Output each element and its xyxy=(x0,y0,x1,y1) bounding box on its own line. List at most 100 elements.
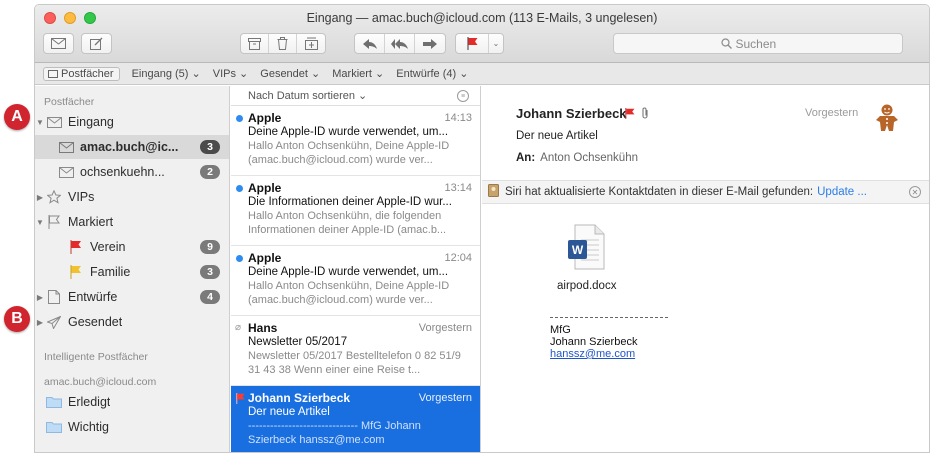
message-row[interactable]: Apple 14:13 Deine Apple-ID wurde verwend… xyxy=(231,106,480,176)
sidebar-item-account-ochsenkuehn[interactable]: ochsenkuehn... 2 xyxy=(35,160,229,184)
mail-window: Eingang — amac.buch@icloud.com (113 E-Ma… xyxy=(34,4,930,453)
to-value[interactable]: Anton Ochsenkühn xyxy=(540,152,638,164)
annotation-marker-a: A xyxy=(4,104,30,130)
sidebar-item-label: amac.buch@ic... xyxy=(80,140,179,154)
sidebar-item-familie[interactable]: Familie 3 xyxy=(35,260,229,284)
sidebar-item-erledigt[interactable]: Erledigt xyxy=(35,390,229,414)
sidebar-item-label: Wichtig xyxy=(68,420,109,434)
forward-icon xyxy=(423,38,437,49)
signature-email-link[interactable]: hanssz@me.com xyxy=(550,348,637,360)
disclosure-closed-icon[interactable]: ▶ xyxy=(35,193,45,202)
favorites-drafts[interactable]: Entwürfe (4) ⌄ xyxy=(396,67,468,80)
junk-icon xyxy=(304,37,318,50)
get-mail-icon xyxy=(51,38,66,49)
unread-count-badge: 9 xyxy=(200,240,220,254)
search-input[interactable] xyxy=(735,36,796,51)
sidebar-item-label: ochsenkuehn... xyxy=(80,165,165,179)
archive-button[interactable] xyxy=(241,34,269,53)
junk-button[interactable] xyxy=(297,34,325,53)
close-icon[interactable]: ✕ xyxy=(909,186,921,198)
unread-count-badge: 2 xyxy=(200,165,220,179)
message-from[interactable]: Johann Szierbeck xyxy=(516,106,627,121)
message-sender: Apple xyxy=(248,251,282,265)
favorites-bar: Postfächer Eingang (5) ⌄ VIPs ⌄ Gesendet… xyxy=(35,63,929,85)
message-list: Nach Datum sortieren ⌄ ≡ Apple 14:13 Dei… xyxy=(231,86,481,452)
disclosure-open-icon[interactable]: ▼ xyxy=(35,118,45,127)
forward-button[interactable] xyxy=(415,34,445,53)
reading-pane: Johann Szierbeck Vorgestern Der neue Art… xyxy=(482,86,929,452)
unread-dot-icon xyxy=(236,255,243,262)
sidebar-item-sent[interactable]: ▶ Gesendet xyxy=(35,310,229,334)
red-flag-icon xyxy=(625,107,635,119)
sidebar-item-flagged[interactable]: ▼ Markiert xyxy=(35,210,229,234)
inbox-icon xyxy=(45,115,63,129)
sidebar-item-verein[interactable]: Verein 9 xyxy=(35,235,229,259)
message-subject: Deine Apple-ID wurde verwendet, um... xyxy=(248,126,449,138)
sidebar-item-wichtig[interactable]: Wichtig xyxy=(35,415,229,439)
reply-all-button[interactable] xyxy=(385,34,415,53)
sort-label: Nach Datum sortieren ⌄ xyxy=(248,90,368,102)
disclosure-closed-icon[interactable]: ▶ xyxy=(35,293,45,302)
message-sender: Apple xyxy=(248,181,282,195)
attachment-word-document-icon[interactable]: W xyxy=(567,224,605,273)
reply-icon xyxy=(362,38,377,49)
message-row[interactable]: Apple 13:14 Die Informationen deiner App… xyxy=(231,176,480,246)
folder-icon xyxy=(45,395,63,409)
sidebar: Postfächer ▼ Eingang amac.buch@ic... 3 o… xyxy=(35,86,230,452)
archive-icon xyxy=(248,37,261,50)
trash-icon xyxy=(277,37,288,50)
sidebar-section-mailboxes: Postfächer xyxy=(44,96,95,108)
message-status-icons xyxy=(625,107,649,119)
flag-button[interactable] xyxy=(456,34,489,53)
message-row-selected[interactable]: Johann Szierbeck Vorgestern Der neue Art… xyxy=(231,386,480,452)
attachment-filename[interactable]: airpod.docx xyxy=(557,280,616,292)
message-row[interactable]: ⌀ Hans Vorgestern Newsletter 05/2017 New… xyxy=(231,316,480,386)
disclosure-open-icon[interactable]: ▼ xyxy=(35,218,45,227)
sidebar-item-label: Familie xyxy=(90,265,131,279)
favorites-sent[interactable]: Gesendet ⌄ xyxy=(260,67,320,80)
signature-name: Johann Szierbeck xyxy=(550,336,638,348)
filter-icon[interactable]: ≡ xyxy=(457,90,469,102)
message-preview: Newsletter 05/2017 Bestelltelefon 0 82 5… xyxy=(248,350,461,376)
flag-icon xyxy=(45,215,63,229)
sort-header[interactable]: Nach Datum sortieren ⌄ ≡ xyxy=(231,86,480,106)
sidebar-item-inbox[interactable]: ▼ Eingang xyxy=(35,110,229,134)
sidebar-item-drafts[interactable]: ▶ Entwürfe 4 xyxy=(35,285,229,309)
favorites-vips[interactable]: VIPs ⌄ xyxy=(213,67,249,80)
sidebar-item-vips[interactable]: ▶ VIPs xyxy=(35,185,229,209)
unread-count-badge: 4 xyxy=(200,290,220,304)
message-preview: Hallo Anton Ochsenkühn, die folgenden In… xyxy=(248,210,447,236)
svg-text:W: W xyxy=(572,243,584,257)
compose-button[interactable] xyxy=(81,33,112,54)
siri-update-link[interactable]: Update ... xyxy=(817,186,867,198)
sidebar-section-smart-mailboxes: Intelligente Postfächer xyxy=(44,351,148,363)
attachment-clip-icon xyxy=(642,107,648,119)
reply-button[interactable] xyxy=(355,34,385,53)
message-subject-heading: Der neue Artikel xyxy=(516,130,598,142)
message-row[interactable]: Apple 12:04 Deine Apple-ID wurde verwend… xyxy=(231,246,480,316)
trash-button[interactable] xyxy=(269,34,297,53)
message-actions-group xyxy=(240,33,326,54)
message-date: Vorgestern xyxy=(805,107,859,119)
favorites-mailboxes-label: Postfächer xyxy=(61,67,114,80)
flag-group: ⌄ xyxy=(455,33,504,54)
disclosure-closed-icon[interactable]: ▶ xyxy=(35,318,45,327)
signature-divider xyxy=(550,317,668,318)
favorites-mailboxes-button[interactable]: Postfächer xyxy=(43,66,120,81)
sidebar-item-label: Verein xyxy=(90,240,126,254)
flag-menu-button[interactable]: ⌄ xyxy=(489,34,503,53)
sidebar-item-account-icloud[interactable]: amac.buch@ic... 3 xyxy=(35,135,229,159)
message-preview: Hallo Anton Ochsenkühn, Deine Apple-ID (… xyxy=(248,140,450,166)
get-mail-button[interactable] xyxy=(43,33,74,54)
favorites-inbox[interactable]: Eingang (5) ⌄ xyxy=(132,67,201,80)
yellow-flag-icon xyxy=(67,265,85,279)
sidebar-toggle-icon xyxy=(48,69,58,78)
message-time: 13:14 xyxy=(444,182,472,194)
message-subject: Newsletter 05/2017 xyxy=(248,336,348,348)
annotation-marker-b: B xyxy=(4,306,30,332)
favorites-flagged[interactable]: Markiert ⌄ xyxy=(332,67,384,80)
message-time: Vorgestern xyxy=(418,322,472,334)
search-field[interactable] xyxy=(613,33,903,54)
folder-icon xyxy=(45,420,63,434)
title-bar: Eingang — amac.buch@icloud.com (113 E-Ma… xyxy=(35,5,929,63)
